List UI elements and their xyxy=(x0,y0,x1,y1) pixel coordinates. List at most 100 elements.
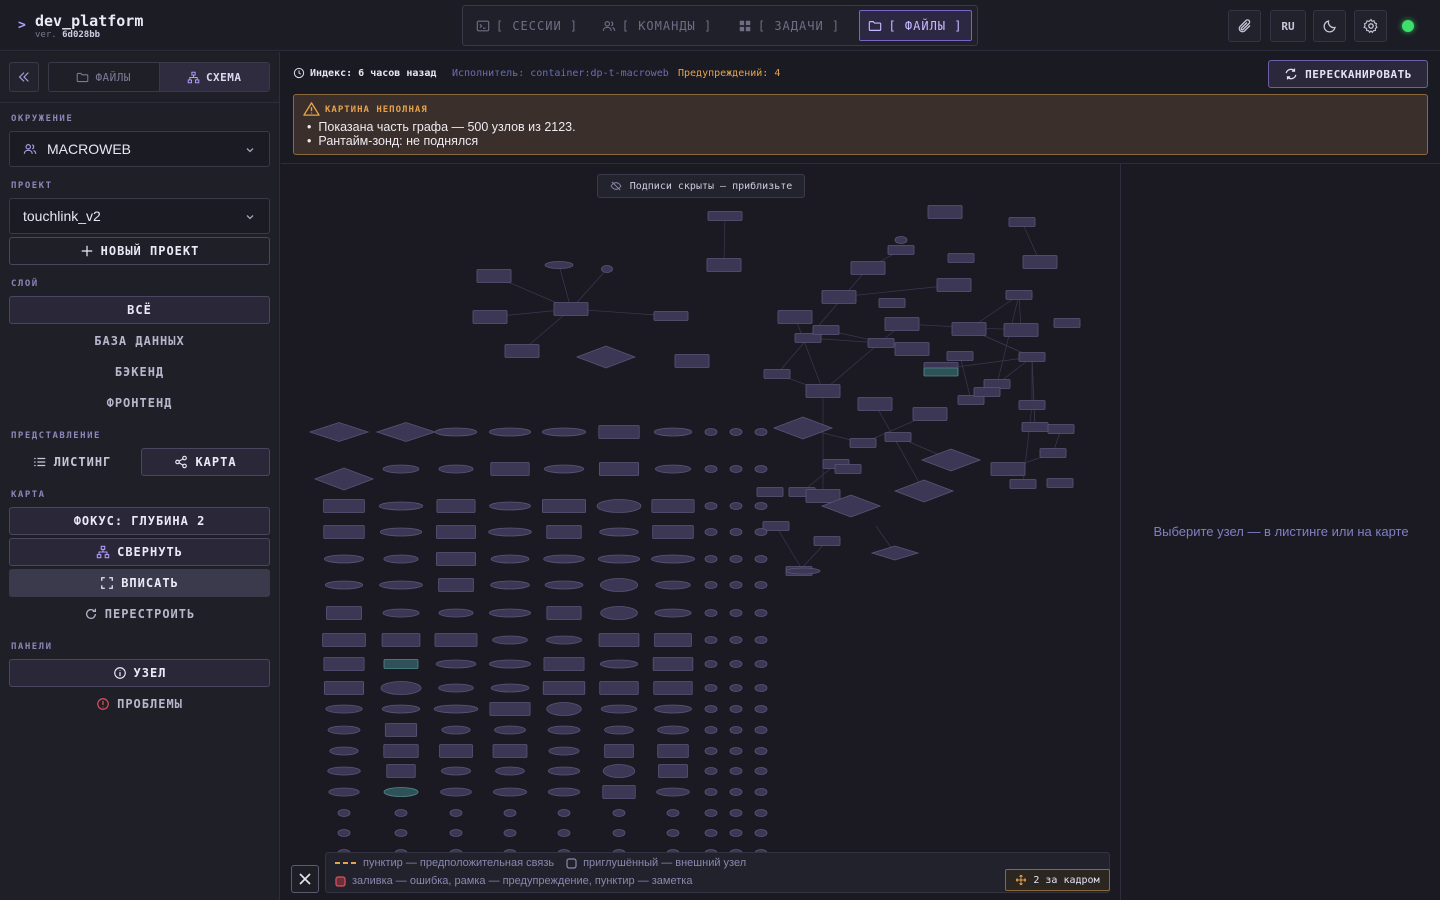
graph-node[interactable] xyxy=(325,704,363,714)
graph-node[interactable] xyxy=(1046,478,1074,488)
graph-node[interactable] xyxy=(754,660,768,668)
graph-node[interactable] xyxy=(1018,352,1046,362)
graph-node[interactable] xyxy=(1005,290,1033,300)
graph-node[interactable] xyxy=(729,609,743,617)
graph-node[interactable] xyxy=(729,705,743,713)
graph-node[interactable] xyxy=(438,464,474,474)
graph-node[interactable] xyxy=(1003,323,1039,337)
graph-node[interactable] xyxy=(323,525,365,539)
graph-node[interactable] xyxy=(704,555,718,563)
graph-node[interactable] xyxy=(557,809,571,817)
graph-node[interactable] xyxy=(973,387,1001,397)
graph-node[interactable] xyxy=(599,681,639,695)
graph-node[interactable] xyxy=(729,747,743,755)
graph-node[interactable] xyxy=(857,397,893,411)
problems-panel-button[interactable]: ПРОБЛЕМЫ xyxy=(9,690,270,718)
sidebar-tab-files[interactable]: ФАЙЛЫ xyxy=(49,63,159,91)
graph-node[interactable] xyxy=(870,545,920,561)
graph-node[interactable] xyxy=(729,555,743,563)
graph-node[interactable] xyxy=(729,660,743,668)
graph-node[interactable] xyxy=(704,502,718,510)
graph-node[interactable] xyxy=(936,278,972,292)
graph-node[interactable] xyxy=(383,554,419,564)
graph-node[interactable] xyxy=(729,726,743,734)
graph-node[interactable] xyxy=(651,554,695,564)
layer-backend-button[interactable]: БЭКЕНД xyxy=(9,358,270,386)
graph-node[interactable] xyxy=(657,744,689,758)
graph-node[interactable] xyxy=(706,258,742,272)
settings-button[interactable] xyxy=(1354,10,1387,42)
graph-node[interactable] xyxy=(754,636,768,644)
graph-node[interactable] xyxy=(383,787,419,797)
graph-node[interactable] xyxy=(329,746,359,756)
graph-node[interactable] xyxy=(805,384,841,398)
graph-node[interactable] xyxy=(729,428,743,436)
graph-node[interactable] xyxy=(754,705,768,713)
graph-node[interactable] xyxy=(821,290,857,304)
graph-node[interactable] xyxy=(729,767,743,775)
graph-node[interactable] xyxy=(704,528,718,536)
graph-node[interactable] xyxy=(657,725,689,735)
graph-node[interactable] xyxy=(604,744,634,758)
graph-node[interactable] xyxy=(323,681,365,695)
graph-node[interactable] xyxy=(654,704,692,714)
graph-node[interactable] xyxy=(754,809,768,817)
graph-node[interactable] xyxy=(849,438,877,448)
graph-node[interactable] xyxy=(380,681,422,695)
graph-node[interactable] xyxy=(438,578,474,592)
graph-node[interactable] xyxy=(436,525,476,539)
graph-node[interactable] xyxy=(492,787,528,797)
rescan-button[interactable]: ПЕРЕСКАНИРОВАТЬ xyxy=(1268,60,1428,88)
graph-node[interactable] xyxy=(492,635,528,645)
focus-depth-button[interactable]: ФОКУС: ГЛУБИНА 2 xyxy=(9,507,270,535)
graph-node[interactable] xyxy=(308,422,370,442)
project-select[interactable]: touchlink_v2 xyxy=(9,198,270,234)
graph-node[interactable] xyxy=(544,580,584,590)
graph-node[interactable] xyxy=(754,581,768,589)
relayout-button[interactable]: ПЕРЕСТРОИТЬ xyxy=(9,600,270,628)
graph-node[interactable] xyxy=(436,499,476,513)
graph-node[interactable] xyxy=(434,427,478,437)
graph-node[interactable] xyxy=(379,527,423,537)
theme-toggle-button[interactable] xyxy=(1313,10,1346,42)
graph-node[interactable] xyxy=(488,527,532,537)
graph-node[interactable] xyxy=(754,609,768,617)
graph-node[interactable] xyxy=(381,633,421,647)
graph-node[interactable] xyxy=(754,465,768,473)
graph-node[interactable] xyxy=(490,554,530,564)
graph-node[interactable] xyxy=(545,635,583,645)
graph-node[interactable] xyxy=(441,766,471,776)
graph-node[interactable] xyxy=(729,465,743,473)
tab-tasks[interactable]: [ ЗАДАЧИ ] xyxy=(731,10,847,41)
graph-node[interactable] xyxy=(327,766,361,776)
graph-node[interactable] xyxy=(729,788,743,796)
graph-node[interactable] xyxy=(674,354,710,368)
graph-node[interactable] xyxy=(920,448,982,472)
graph-node[interactable] xyxy=(597,554,641,564)
graph-node[interactable] xyxy=(542,499,586,513)
sidebar-tab-schema[interactable]: СХЕМА xyxy=(158,63,269,91)
graph-node[interactable] xyxy=(704,465,718,473)
graph-node[interactable] xyxy=(612,829,626,837)
offscreen-nodes-button[interactable]: 2 за кадром xyxy=(1005,869,1110,891)
graph-node[interactable] xyxy=(433,704,479,714)
graph-node[interactable] xyxy=(546,525,582,539)
graph-node[interactable] xyxy=(704,705,718,713)
graph-node[interactable] xyxy=(492,744,528,758)
graph-node[interactable] xyxy=(436,552,476,566)
graph-node[interactable] xyxy=(754,528,768,536)
layer-database-button[interactable]: БАЗА ДАННЫХ xyxy=(9,327,270,355)
graph-node[interactable] xyxy=(777,310,813,324)
graph-node[interactable] xyxy=(324,580,364,590)
layer-frontend-button[interactable]: ФРОНТЕНД xyxy=(9,389,270,417)
graph-node[interactable] xyxy=(326,606,362,620)
graph-node[interactable] xyxy=(557,829,571,837)
graph-node[interactable] xyxy=(313,467,375,491)
graph-node[interactable] xyxy=(488,427,532,437)
graph-node[interactable] xyxy=(1018,400,1046,410)
graph-node[interactable] xyxy=(704,581,718,589)
graph-node[interactable] xyxy=(652,657,694,671)
graph-node[interactable] xyxy=(596,499,642,513)
graph-node[interactable] xyxy=(704,609,718,617)
graph-node[interactable] xyxy=(435,659,477,669)
